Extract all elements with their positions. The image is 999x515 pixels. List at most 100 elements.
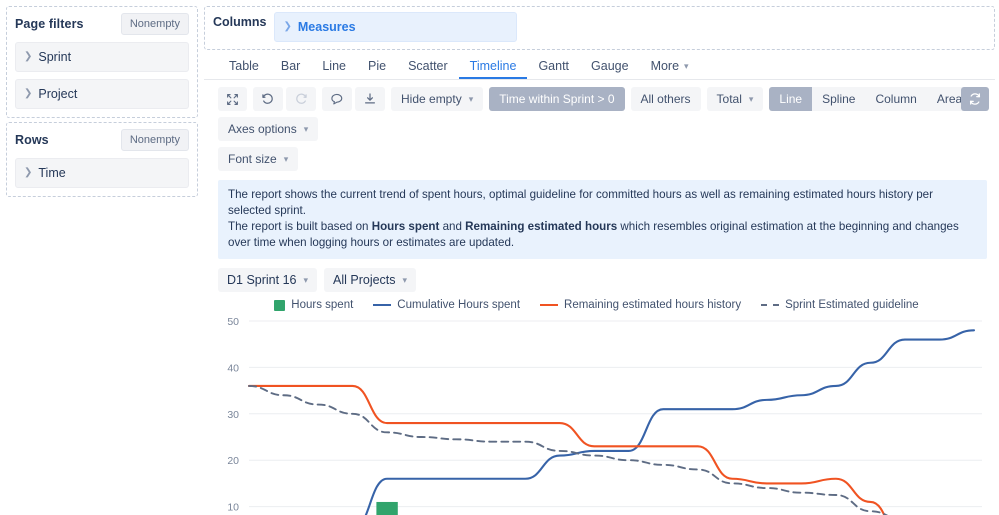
chart-type-tabs: Table Bar Line Pie Scatter Timeline Gant… [204,53,995,80]
page-filters-title: Page filters [15,17,84,31]
columns-item-measures[interactable]: ❯ Measures [274,12,518,42]
banner-term-hours-spent: Hours spent [371,220,440,233]
legend-label: Remaining estimated hours history [564,299,742,311]
total-button[interactable]: Total ▾ [706,87,764,111]
chevron-down-icon: ▾ [468,93,474,104]
y-axis-tick-label: 40 [227,362,239,374]
legend-swatch-line [540,304,559,306]
page-filter-item-label: Project [38,87,78,101]
legend-swatch-line [373,304,392,306]
tab-label: Scatter [408,59,448,73]
page-filters-header: Page filters Nonempty [15,13,189,35]
total-label: Total [716,92,742,106]
rows-title: Rows [15,133,49,147]
report-description-banner: The report shows the current trend of sp… [218,180,987,259]
pivot-config-panel: Page filters Nonempty ❯ Sprint ❯ Project… [0,0,204,515]
tab-label: More [650,59,680,73]
download-button[interactable] [355,87,385,111]
page-filter-item-project[interactable]: ❯ Project [15,79,189,109]
chevron-down-icon: ▾ [402,274,408,285]
redo-button [286,87,316,111]
time-within-sprint-filter-button[interactable]: Time within Sprint > 0 [489,87,625,111]
legend-item-sprint-estimated-guideline[interactable]: Sprint Estimated guideline [761,299,919,311]
legend-label: Cumulative Hours spent [397,299,521,311]
chart-filter-row: D1 Sprint 16 ▾ All Projects ▾ [204,259,999,292]
page-filters-nonempty-button[interactable]: Nonempty [120,13,189,35]
undo-button[interactable] [253,87,283,111]
chevron-down-icon: ▾ [748,93,754,104]
chart-canvas: 01020304050Sep 12Sep 14Sep 16Sep 18Sep 2… [227,316,982,515]
tab-label: Bar [280,59,301,73]
refresh-button[interactable] [961,87,989,111]
style-spline-button[interactable]: Spline [812,87,866,111]
project-select[interactable]: All Projects ▾ [324,268,417,292]
tab-more[interactable]: More ▾ [640,53,700,79]
hide-empty-label: Hide empty [401,92,462,106]
axes-options-label: Axes options [228,122,297,136]
chevron-down-icon: ▾ [303,274,309,285]
project-select-value: All Projects [333,273,396,287]
chevron-right-icon: ❯ [24,51,33,62]
y-axis-tick-label: 30 [227,409,239,421]
chart-toolbar: Hide empty ▾ Time within Sprint > 0 All … [204,80,999,171]
chevron-right-icon: ❯ [24,88,33,99]
y-axis-tick-label: 50 [227,316,239,328]
sprint-select[interactable]: D1 Sprint 16 ▾ [218,268,318,292]
tab-bar[interactable]: Bar [270,53,311,79]
rows-nonempty-button[interactable]: Nonempty [120,129,189,151]
comment-button[interactable] [322,87,352,111]
y-axis-tick-label: 10 [227,502,239,514]
tab-label: Table [229,59,259,73]
chevron-right-icon: ❯ [24,167,33,178]
tab-label: Line [322,59,346,73]
legend-label: Sprint Estimated guideline [785,299,919,311]
tab-line[interactable]: Line [311,53,357,79]
tab-label: Gauge [591,59,629,73]
tab-label: Timeline [469,59,517,73]
banner-term-remaining-estimated-hours: Remaining estimated hours [465,220,618,233]
tab-label: Pie [367,59,387,73]
legend-swatch-square [274,299,286,311]
tab-gauge[interactable]: Gauge [580,53,640,79]
comment-icon [331,93,343,105]
sprint-select-value: D1 Sprint 16 [227,273,297,287]
legend-label: Hours spent [291,299,354,311]
redo-icon [296,93,307,104]
legend-item-remaining-estimated-hours-history[interactable]: Remaining estimated hours history [540,299,741,311]
report-main: Columns ❯ Measures Table Bar Line Pie Sc… [204,0,999,515]
page-filter-item-label: Sprint [38,50,72,64]
page-filter-item-sprint[interactable]: ❯ Sprint [15,42,189,72]
tab-table[interactable]: Table [218,53,270,79]
banner-text-mid: and [439,220,466,233]
chart-style-segmented-control: Line Spline Column Area [769,87,973,111]
banner-line-2: The report is built based on Hours spent… [228,219,977,251]
y-axis-tick-label: 20 [227,455,239,467]
legend-swatch-dash [761,304,780,306]
style-line-button[interactable]: Line [769,87,813,111]
chevron-down-icon: ▾ [303,123,309,134]
page-filters-zone: Page filters Nonempty ❯ Sprint ❯ Project [6,6,198,118]
chevron-right-icon: ❯ [283,21,292,32]
tab-gantt[interactable]: Gantt [527,53,580,79]
font-size-label: Font size [228,152,277,166]
columns-zone: Columns ❯ Measures [204,6,995,50]
chart-legend: Hours spent Cumulative Hours spent Remai… [204,299,999,311]
font-size-button[interactable]: Font size ▾ [218,147,299,171]
legend-item-cumulative-hours-spent[interactable]: Cumulative Hours spent [373,299,520,311]
style-column-button[interactable]: Column [865,87,927,111]
tab-pie[interactable]: Pie [357,53,397,79]
tab-timeline[interactable]: Timeline [459,53,528,79]
hide-empty-button[interactable]: Hide empty ▾ [391,87,484,111]
tab-label: Gantt [538,59,570,73]
burndown-chart: 01020304050Sep 12Sep 14Sep 16Sep 18Sep 2… [204,313,999,515]
axes-options-button[interactable]: Axes options ▾ [218,117,319,141]
columns-item-label: Measures [297,20,356,34]
tab-scatter[interactable]: Scatter [397,53,459,79]
expand-button[interactable] [218,87,247,111]
all-others-button[interactable]: All others [630,87,701,111]
series-line [364,329,976,515]
chevron-down-icon: ▾ [684,60,689,71]
rows-header: Rows Nonempty [15,129,189,151]
rows-item-time[interactable]: ❯ Time [15,158,189,188]
legend-item-hours-spent[interactable]: Hours spent [274,299,353,311]
